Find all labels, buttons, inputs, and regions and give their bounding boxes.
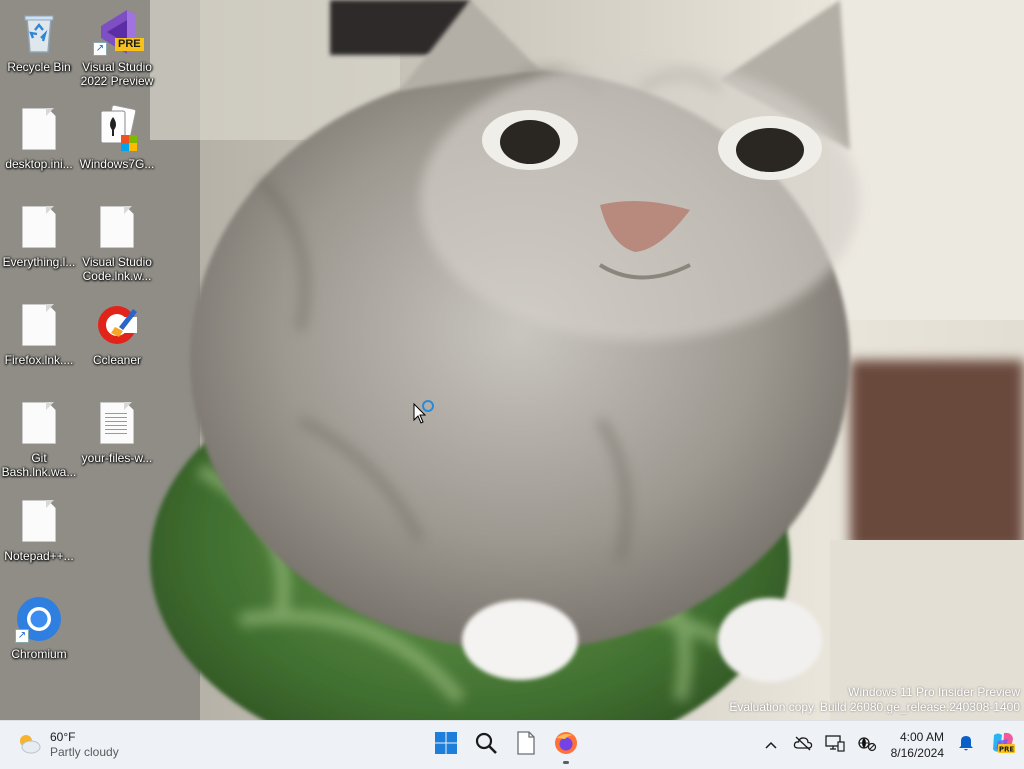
firefox-button[interactable] xyxy=(546,725,586,765)
firefox-icon xyxy=(553,730,579,761)
file-button[interactable] xyxy=(506,725,546,765)
notifications-button[interactable] xyxy=(950,725,982,765)
desktop-icon-windows7games[interactable]: Windows7G... xyxy=(79,104,155,171)
file-icon xyxy=(15,203,63,251)
desktop-icon-ccleaner[interactable]: Ccleaner xyxy=(79,301,155,367)
desktop-icon-git-bash-lnk[interactable]: Git Bash.lnk.wa... xyxy=(1,399,77,479)
desktop-icon-label: Git Bash.lnk.wa... xyxy=(1,451,77,479)
display-settings-button[interactable] xyxy=(819,725,851,765)
svg-text:PRE: PRE xyxy=(999,745,1015,753)
chevron-up-icon xyxy=(765,736,777,754)
clock-time: 4:00 AM xyxy=(899,730,944,744)
file-icon xyxy=(516,730,536,760)
onedrive-status-button[interactable] xyxy=(787,725,819,765)
notification-bell-icon xyxy=(958,734,974,757)
desktop-icon-label: Visual Studio Code.lnk.w... xyxy=(82,255,152,283)
network-status-button[interactable] xyxy=(851,725,883,765)
search-icon xyxy=(474,731,498,760)
system-tray: 4:00 AM 8/16/2024 PRE xyxy=(755,721,1024,769)
shortcut-arrow-icon: ↗ xyxy=(15,629,29,643)
desktop-icon-label: Everything.l... xyxy=(2,255,76,269)
visual-studio-icon: PRE ↗ xyxy=(93,8,144,56)
file-icon xyxy=(15,105,63,153)
desktop-icon-label: Recycle Bin xyxy=(7,60,71,74)
copilot-button[interactable]: PRE xyxy=(982,725,1024,765)
desktop-icon-chromium[interactable]: ↗ Chromium xyxy=(1,595,77,661)
desktop-icon-everything-lnk[interactable]: Everything.l... xyxy=(1,203,77,269)
network-icon xyxy=(857,734,877,757)
text-file-icon xyxy=(93,399,141,447)
ccleaner-icon xyxy=(93,301,141,349)
display-icon xyxy=(824,734,845,757)
desktop-icon-label: Ccleaner xyxy=(92,353,142,367)
file-icon xyxy=(15,301,63,349)
active-app-indicator xyxy=(563,761,569,764)
clock-date: 8/16/2024 xyxy=(890,746,944,760)
taskbar: 60°F Partly cloudy 4:00 AM 8/16/2024 PRE xyxy=(0,720,1024,769)
desktop-icon-label: your-files-w... xyxy=(81,451,153,465)
windows-start-icon xyxy=(434,731,458,760)
windows-evaluation-watermark: Windows 11 Pro Insider Preview Evaluatio… xyxy=(729,685,1020,715)
cloud-offline-icon xyxy=(793,735,813,756)
desktop-icon-label: Chromium xyxy=(11,647,67,661)
desktop-icon-label: Notepad++... xyxy=(4,549,74,563)
clock-button[interactable]: 4:00 AM 8/16/2024 xyxy=(883,729,950,761)
desktop-icon-recycle-bin[interactable]: Recycle Bin xyxy=(1,8,77,74)
partly-cloudy-icon xyxy=(16,731,42,760)
desktop-icon-desktop-ini[interactable]: desktop.ini... xyxy=(1,105,77,171)
watermark-build: Evaluation copy. Build 26080.ge_release.… xyxy=(729,700,1020,714)
solitaire-icon xyxy=(93,104,141,153)
desktop-icon-label: desktop.ini... xyxy=(5,157,73,171)
weather-widget[interactable]: 60°F Partly cloudy xyxy=(16,729,119,761)
desktop-icon-label: Firefox.lnk.... xyxy=(4,353,74,367)
shortcut-arrow-icon: ↗ xyxy=(93,42,107,56)
show-hidden-icons-button[interactable] xyxy=(755,725,787,765)
desktop-icon-firefox-lnk[interactable]: Firefox.lnk.... xyxy=(1,301,77,367)
file-icon xyxy=(93,203,141,251)
chromium-icon: ↗ xyxy=(15,595,63,643)
file-icon xyxy=(15,399,63,447)
weather-temperature: 60°F xyxy=(50,730,76,744)
recycle-bin-icon xyxy=(15,8,63,56)
preview-badge: PRE xyxy=(115,38,144,51)
desktop-icon-visual-studio-2022-preview[interactable]: PRE ↗ Visual Studio 2022 Preview xyxy=(79,8,155,88)
desktop-icon-notepad-plus-plus[interactable]: Notepad++... xyxy=(1,497,77,563)
search-button[interactable] xyxy=(466,725,506,765)
desktop-icon-label: Visual Studio 2022 Preview xyxy=(80,60,154,88)
start-button[interactable] xyxy=(426,725,466,765)
desktop-icon-visual-studio-code-lnk[interactable]: Visual Studio Code.lnk.w... xyxy=(79,203,155,283)
weather-condition: Partly cloudy xyxy=(50,745,119,759)
watermark-edition: Windows 11 Pro Insider Preview xyxy=(848,685,1020,699)
desktop-icon-label: Windows7G... xyxy=(79,157,155,171)
taskbar-pinned-apps xyxy=(426,725,586,765)
mouse-cursor-busy-icon xyxy=(413,398,439,431)
copilot-icon: PRE xyxy=(990,731,1016,760)
file-icon xyxy=(15,497,63,545)
desktop-icon-your-files[interactable]: your-files-w... xyxy=(79,399,155,465)
